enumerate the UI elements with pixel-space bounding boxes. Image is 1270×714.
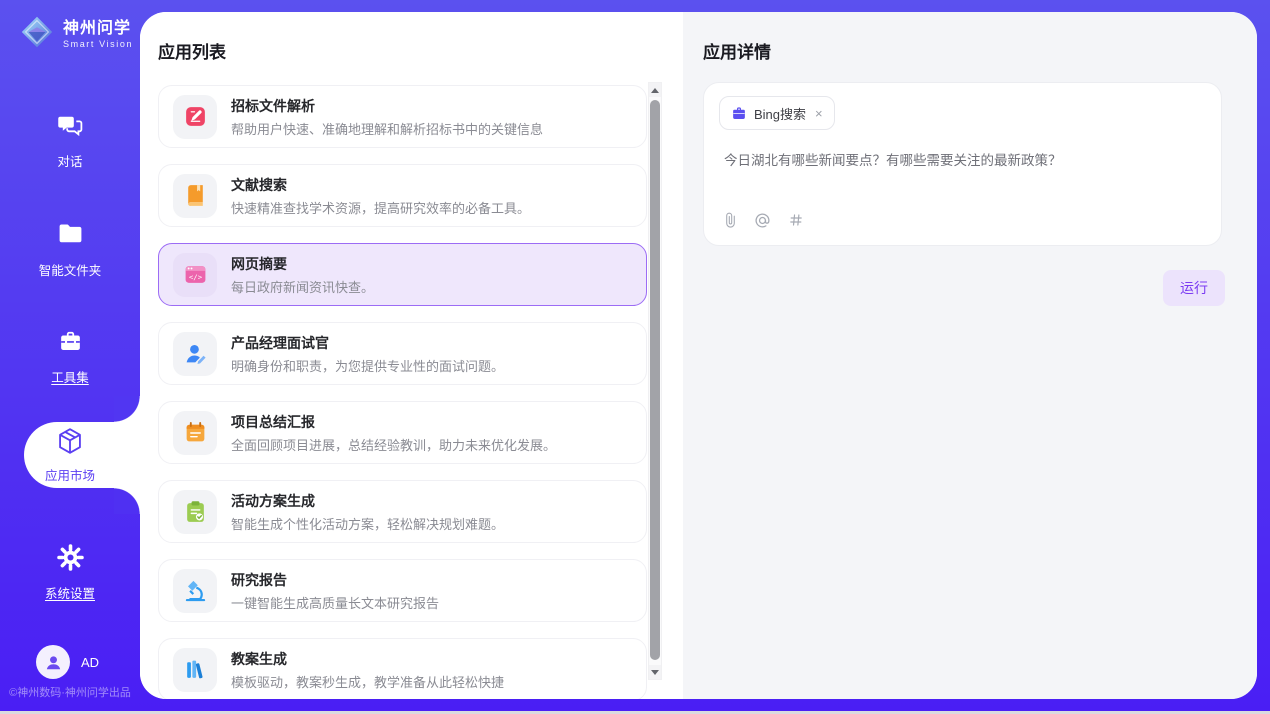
tool-tag-bing-search[interactable]: Bing搜索 × (719, 96, 835, 130)
app-card[interactable]: 文献搜索快速精准查找学术资源，提高研究效率的必备工具。 (158, 164, 647, 227)
arrow-up-icon (651, 88, 659, 93)
prompt-text[interactable]: 今日湖北有哪些新闻要点？有哪些需要关注的最新政策？ (724, 149, 1201, 169)
copyright: ©神州数码·神州问学出品 (0, 684, 140, 700)
scroll-down-button[interactable] (649, 665, 661, 679)
brand-subtitle: Smart Vision (63, 39, 133, 49)
sidebar: 神州问学 Smart Vision 对话智能文件夹工具集应用市场系统设置 AD … (0, 0, 140, 714)
app-card-title: 教案生成 (231, 649, 504, 669)
svg-text:</>: </> (188, 273, 202, 282)
sidebar-item-smart-folders[interactable]: 智能文件夹 (0, 221, 140, 279)
interviewer-person-icon (173, 332, 217, 376)
folder-icon (57, 221, 84, 253)
sidebar-item-label: 系统设置 (45, 583, 95, 602)
app-card-title: 活动方案生成 (231, 491, 504, 511)
sidebar-item-app-market[interactable]: 应用市场 (24, 422, 140, 488)
diamond-logo-icon (18, 13, 56, 56)
app-card-description: 帮助用户快速、准确地理解和解析招标书中的关键信息 (231, 119, 543, 138)
app-card[interactable]: 项目总结汇报全面回顾项目进展，总结经验教训，助力未来优化发展。 (158, 401, 647, 464)
active-tab-top-curve (114, 396, 140, 422)
app-list-title: 应用列表 (158, 38, 226, 63)
gear-icon (57, 544, 84, 576)
sidebar-item-label: 智能文件夹 (39, 260, 102, 279)
sidebar-item-label: 对话 (57, 151, 82, 170)
list-scrollbar[interactable] (648, 82, 662, 680)
chat-icon (57, 112, 84, 144)
run-button[interactable]: 运行 (1163, 270, 1225, 306)
app-card-description: 全面回顾项目进展，总结经验教训，助力未来优化发展。 (231, 435, 556, 454)
activity-clipboard-icon (173, 490, 217, 534)
avatar[interactable] (36, 645, 70, 679)
lesson-books-icon (173, 648, 217, 692)
app-detail-panel: 应用详情 Bing搜索 × 今日湖北有哪些新闻要点？有哪些需要关注的最新政策？ … (683, 12, 1257, 699)
main-content: 应用列表 招标文件解析帮助用户快速、准确地理解和解析招标书中的关键信息文献搜索快… (140, 12, 1257, 699)
app-card[interactable]: 研究报告一键智能生成高质量长文本研究报告 (158, 559, 647, 622)
app-card[interactable]: 招标文件解析帮助用户快速、准确地理解和解析招标书中的关键信息 (158, 85, 647, 148)
app-card-title: 网页摘要 (231, 254, 374, 274)
app-card-description: 模板驱动，教案秒生成，教学准备从此轻松快捷 (231, 672, 504, 691)
composer-toolbar (724, 211, 804, 229)
scrollbar-thumb[interactable] (650, 100, 660, 660)
mention-icon[interactable] (754, 212, 771, 229)
app-card-description: 明确身份和职责，为您提供专业性的面试问题。 (231, 356, 504, 375)
brand-logo: 神州问学 Smart Vision (18, 13, 133, 56)
cube-icon (55, 426, 85, 461)
sidebar-item-label: 应用市场 (45, 465, 95, 484)
active-tab-bottom-curve (114, 488, 140, 514)
research-microscope-icon (173, 569, 217, 613)
briefcase-icon (731, 105, 747, 121)
app-card-title: 文献搜索 (231, 175, 530, 195)
app-list-panel: 应用列表 招标文件解析帮助用户快速、准确地理解和解析招标书中的关键信息文献搜索快… (140, 12, 683, 699)
prompt-card: Bing搜索 × 今日湖北有哪些新闻要点？有哪些需要关注的最新政策？ (703, 82, 1222, 246)
app-window: 神州问学 Smart Vision 对话智能文件夹工具集应用市场系统设置 AD … (0, 0, 1270, 714)
hash-icon[interactable] (788, 212, 804, 228)
app-card-description: 智能生成个性化活动方案，轻松解决规划难题。 (231, 514, 504, 533)
sidebar-item-system-settings[interactable]: 系统设置 (0, 544, 140, 602)
sidebar-item-toolset[interactable]: 工具集 (0, 328, 140, 386)
user-account[interactable]: AD (36, 645, 99, 679)
app-card-title: 招标文件解析 (231, 96, 543, 116)
app-card-list: 招标文件解析帮助用户快速、准确地理解和解析招标书中的关键信息文献搜索快速精准查找… (158, 85, 647, 699)
toolbox-icon (57, 328, 84, 360)
app-detail-title: 应用详情 (703, 38, 771, 63)
scroll-up-button[interactable] (649, 83, 661, 97)
tool-tag-label: Bing搜索 (754, 104, 806, 123)
app-card-title: 项目总结汇报 (231, 412, 556, 432)
summary-calendar-icon (173, 411, 217, 455)
app-card[interactable]: 产品经理面试官明确身份和职责，为您提供专业性的面试问题。 (158, 322, 647, 385)
arrow-down-icon (651, 670, 659, 675)
remove-tool-button[interactable]: × (815, 106, 823, 121)
app-card-description: 一键智能生成高质量长文本研究报告 (231, 593, 439, 612)
app-card[interactable]: 教案生成模板驱动，教案秒生成，教学准备从此轻松快捷 (158, 638, 647, 699)
brand-name: 神州问学 (63, 20, 133, 38)
tender-pen-icon (173, 95, 217, 139)
sidebar-item-chat[interactable]: 对话 (0, 112, 140, 170)
literature-book-icon (173, 174, 217, 218)
app-card[interactable]: </> 网页摘要每日政府新闻资讯快查。 (158, 243, 647, 306)
app-card-title: 产品经理面试官 (231, 333, 504, 353)
sidebar-item-label: 工具集 (51, 367, 89, 386)
app-card-description: 快速精准查找学术资源，提高研究效率的必备工具。 (231, 198, 530, 217)
user-initials: AD (81, 655, 99, 670)
app-card[interactable]: 活动方案生成智能生成个性化活动方案，轻松解决规划难题。 (158, 480, 647, 543)
app-card-description: 每日政府新闻资讯快查。 (231, 277, 374, 296)
webpage-code-icon: </> (173, 253, 217, 297)
attachment-icon[interactable] (724, 211, 737, 229)
app-card-title: 研究报告 (231, 570, 439, 590)
